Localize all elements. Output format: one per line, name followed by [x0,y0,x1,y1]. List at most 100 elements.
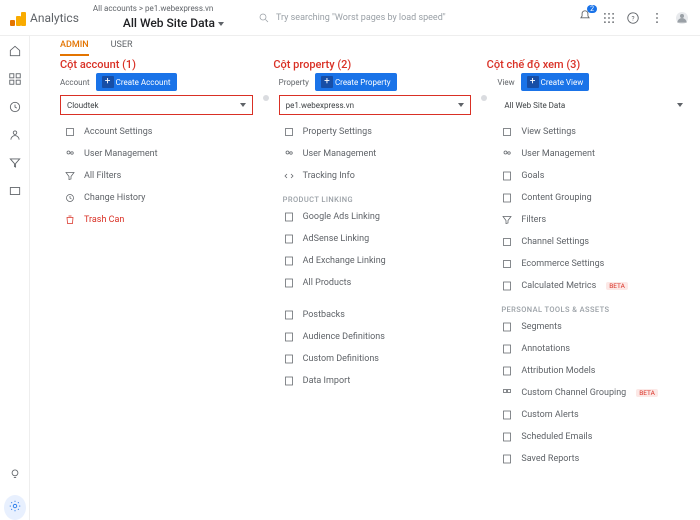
nav-item-attribution-models[interactable]: Attribution Models [497,360,690,382]
item-label: Attribution Models [521,366,595,376]
funnel-icon[interactable] [8,156,22,170]
help-icon[interactable]: ? [626,11,640,25]
annot-col2: Cột property (2) [273,58,476,71]
nav-item-property-settings[interactable]: Property Settings [279,121,472,143]
item-label: Annotations [521,344,570,354]
filter-icon [501,214,513,226]
clock-icon[interactable] [8,100,22,114]
create-property-button[interactable]: +Create Property [315,73,397,91]
nav-item-custom-alerts[interactable]: Custom Alerts [497,404,690,426]
chevron-down-icon [218,22,224,26]
column-handle[interactable] [263,95,269,101]
tab-admin[interactable]: ADMIN [60,40,89,56]
nav-item-data-import[interactable]: Data Import [279,370,472,392]
dashboard-icon[interactable] [8,72,22,86]
nav-item-all-filters[interactable]: All Filters [60,165,253,187]
doc-icon [501,343,513,355]
column-handle[interactable] [481,95,487,101]
item-label: User Management [303,149,377,159]
account-icon[interactable] [674,10,690,26]
item-label: Audience Definitions [303,332,385,342]
doc-icon [501,170,513,182]
ga-logo: Analytics [10,10,79,26]
item-label: User Management [84,149,158,159]
notif-badge: 2 [587,5,597,13]
admin-gear-icon[interactable] [4,495,26,520]
beta-badge: BETA [636,389,658,397]
ga-logo-icon [10,10,26,26]
nav-item-adsense-linking[interactable]: AdSense Linking [279,228,472,250]
settings-icon [501,126,513,138]
nav-item-annotations[interactable]: Annotations [497,338,690,360]
nav-item-content-grouping[interactable]: Content Grouping [497,187,690,209]
nav-item-user-management[interactable]: User Management [60,143,253,165]
item-label: Goals [521,171,544,181]
nav-item-scheduled-emails[interactable]: Scheduled Emails [497,426,690,448]
nav-item-google-ads-linking[interactable]: Google Ads Linking [279,206,472,228]
create-view-button[interactable]: +Create View [521,73,590,91]
item-label: Property Settings [303,127,372,137]
person-icon[interactable] [8,128,22,142]
account-switcher[interactable]: All accounts > pe1.webexpress.vn All Web… [93,5,234,31]
nav-item-user-management[interactable]: User Management [497,143,690,165]
chevron-down-icon [677,103,683,107]
settings-icon [501,236,513,248]
top-actions: 2 ? [578,9,690,26]
create-view-label: Create View [541,78,584,87]
tab-user[interactable]: USER [111,40,133,56]
doc-icon [283,211,295,223]
nav-item-segments[interactable]: Segments [497,316,690,338]
nav-item-all-products[interactable]: All Products [279,272,472,294]
view-selected: All Web Site Data [504,101,565,110]
nav-item-ad-exchange-linking[interactable]: Ad Exchange Linking [279,250,472,272]
search-bar[interactable]: Try searching "Worst pages by load speed… [258,12,570,24]
doc-icon [283,309,295,321]
grid-icon [501,387,513,399]
create-property-label: Create Property [335,78,391,87]
nav-item-view-settings[interactable]: View Settings [497,121,690,143]
apps-icon[interactable] [602,11,616,25]
left-nav [0,36,30,520]
nav-item-user-management[interactable]: User Management [279,143,472,165]
annot-col1: Cột account (1) [60,58,263,71]
create-account-button[interactable]: +Create Account [96,73,177,91]
doc-icon [501,192,513,204]
nav-item-audience-definitions[interactable]: Audience Definitions [279,326,472,348]
nav-item-filters[interactable]: Filters [497,209,690,231]
code-icon [283,170,295,182]
nav-item-ecommerce-settings[interactable]: Ecommerce Settings [497,253,690,275]
more-vert-icon[interactable] [650,11,664,25]
tag-icon[interactable] [8,184,22,198]
nav-item-goals[interactable]: Goals [497,165,690,187]
lightbulb-icon[interactable] [8,467,22,481]
doc-icon [283,375,295,387]
home-icon[interactable] [8,44,22,58]
search-icon [258,12,270,24]
nav-item-tracking-info[interactable]: Tracking Info [279,165,472,187]
trash-icon [64,214,76,226]
doc-icon [501,409,513,421]
doc-icon [283,233,295,245]
nav-item-trash-can[interactable]: Trash Can [60,209,253,231]
item-label: Change History [84,193,145,203]
nav-item-channel-settings[interactable]: Channel Settings [497,231,690,253]
view-item-calculated-metrics[interactable]: Calculated Metrics BETA [497,275,690,297]
users-icon [283,148,295,160]
doc-icon [283,353,295,365]
nav-item-custom-definitions[interactable]: Custom Definitions [279,348,472,370]
property-selector[interactable]: pe1.webexpress.vn [279,95,472,115]
account-selector[interactable]: Cloudtek [60,95,253,115]
nav-item-account-settings[interactable]: Account Settings [60,121,253,143]
nav-item-change-history[interactable]: Change History [60,187,253,209]
doc-icon [283,277,295,289]
account-column: Account +Create Account Cloudtek Account… [60,73,253,470]
view-selector[interactable]: All Web Site Data [497,95,690,115]
topbar: Analytics All accounts > pe1.webexpress.… [0,0,700,36]
view-item-custom-channel-grouping[interactable]: Custom Channel Grouping BETA [497,382,690,404]
notifications-button[interactable]: 2 [578,9,592,26]
ccg-label: Custom Channel Grouping [521,388,626,398]
property-selected: pe1.webexpress.vn [286,101,354,110]
nav-item-saved-reports[interactable]: Saved Reports [497,448,690,470]
nav-item-postbacks[interactable]: Postbacks [279,304,472,326]
property-column: Property +Create Property pe1.webexpress… [279,73,472,470]
